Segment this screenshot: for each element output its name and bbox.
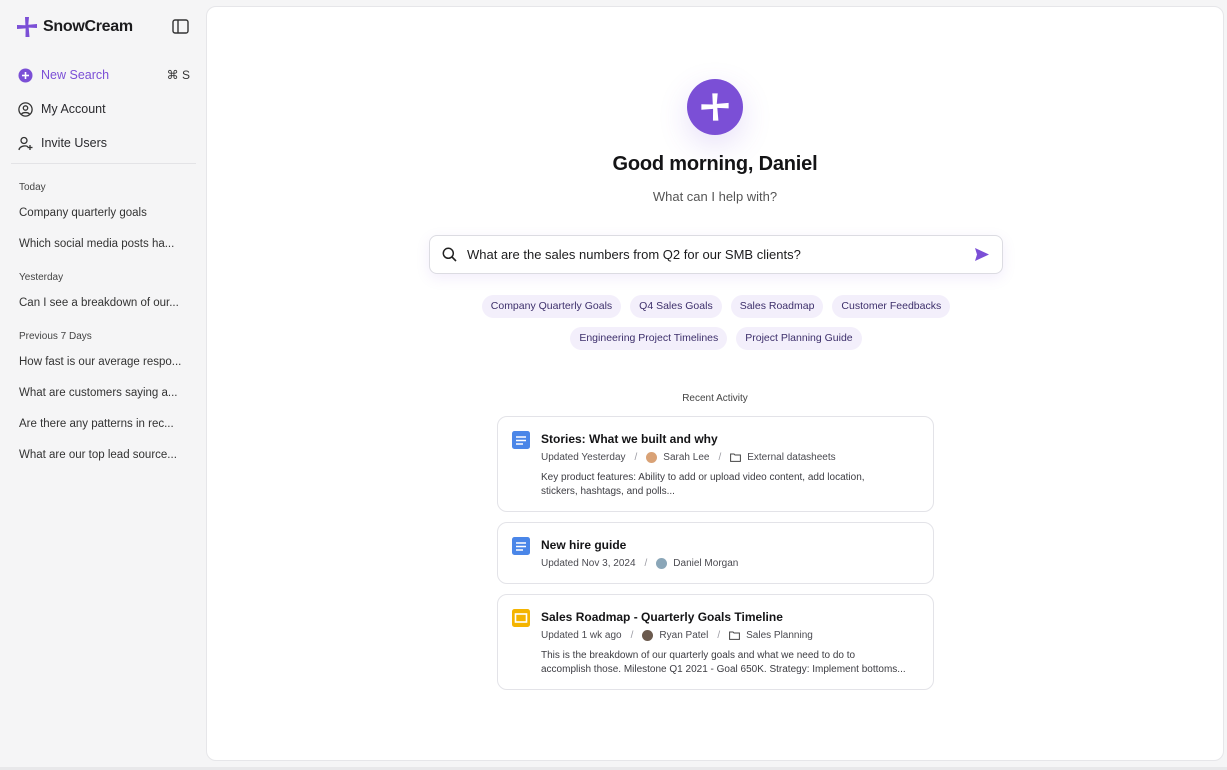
suggestion-chip[interactable]: Q4 Sales Goals bbox=[630, 295, 722, 318]
my-account-button[interactable]: My Account bbox=[18, 92, 190, 126]
avatar bbox=[646, 451, 658, 463]
history-item[interactable]: Can I see a breakdown of our... bbox=[19, 288, 191, 319]
new-search-label: New Search bbox=[41, 68, 110, 82]
suggestion-chip[interactable]: Project Planning Guide bbox=[736, 327, 862, 350]
recent-activity-card[interactable]: New hire guide Updated Nov 3, 2024 / Dan… bbox=[497, 522, 934, 584]
user-plus-icon bbox=[18, 136, 33, 150]
history-group-today: Today Company quarterly goals Which soci… bbox=[19, 178, 191, 260]
card-author: Sarah Lee bbox=[663, 451, 710, 463]
card-meta: Updated Nov 3, 2024 / Daniel Morgan bbox=[541, 556, 919, 570]
search-icon bbox=[442, 247, 457, 262]
sidebar-divider bbox=[11, 163, 196, 164]
avatar bbox=[656, 557, 668, 569]
recent-activity-title: Recent Activity bbox=[682, 393, 748, 404]
folder-icon bbox=[729, 631, 741, 640]
search-input[interactable] bbox=[467, 247, 974, 262]
main-panel: Good morning, Daniel What can I help wit… bbox=[206, 6, 1224, 761]
card-description-line: This is the breakdown of our quarterly g… bbox=[541, 650, 856, 661]
google-slides-icon bbox=[512, 609, 530, 627]
user-circle-icon bbox=[18, 101, 33, 117]
invite-users-label: Invite Users bbox=[41, 136, 107, 150]
card-title: New hire guide bbox=[541, 538, 627, 552]
meta-separator: / bbox=[644, 557, 648, 569]
card-folder: External datasheets bbox=[747, 451, 836, 463]
chat-history: Today Company quarterly goals Which soci… bbox=[19, 178, 191, 479]
brand[interactable]: SnowCream bbox=[16, 16, 133, 38]
greeting-subtitle: What can I help with? bbox=[652, 189, 778, 204]
recent-activity-card[interactable]: Stories: What we built and why Updated Y… bbox=[497, 416, 934, 512]
plus-circle-icon bbox=[18, 68, 33, 82]
history-item[interactable]: What are our top lead source... bbox=[19, 440, 191, 471]
sidebar: SnowCream New Search ⌘ S My Account Invi… bbox=[0, 0, 205, 770]
history-item[interactable]: Which social media posts ha... bbox=[19, 229, 191, 260]
new-search-button[interactable]: New Search ⌘ S bbox=[18, 58, 190, 92]
card-description-line: Key product features: Ability to add or … bbox=[541, 472, 865, 483]
recent-activity-card[interactable]: Sales Roadmap - Quarterly Goals Timeline… bbox=[497, 594, 934, 690]
card-updated: Updated 1 wk ago bbox=[541, 629, 622, 641]
history-item[interactable]: How fast is our average respo... bbox=[19, 347, 191, 378]
my-account-label: My Account bbox=[41, 102, 106, 116]
snowcream-logo-icon bbox=[17, 17, 37, 37]
history-group-title: Yesterday bbox=[19, 272, 64, 283]
new-search-shortcut: ⌘ S bbox=[166, 68, 190, 82]
meta-separator: / bbox=[718, 451, 722, 463]
meta-separator: / bbox=[717, 629, 721, 641]
meta-separator: / bbox=[630, 629, 634, 641]
card-updated: Updated Nov 3, 2024 bbox=[541, 557, 636, 569]
google-doc-icon bbox=[512, 431, 530, 449]
card-description: This is the breakdown of our quarterly g… bbox=[541, 649, 919, 677]
history-group-previous-7-days: Previous 7 Days How fast is our average … bbox=[19, 327, 191, 471]
card-updated: Updated Yesterday bbox=[541, 451, 626, 463]
card-description: Key product features: Ability to add or … bbox=[541, 471, 919, 499]
suggestion-chip[interactable]: Customer Feedbacks bbox=[832, 295, 951, 318]
card-description-line: stickers, hashtags, and polls... bbox=[541, 486, 675, 497]
google-doc-icon bbox=[512, 537, 530, 555]
meta-separator: / bbox=[634, 451, 638, 463]
history-item[interactable]: What are customers saying a... bbox=[19, 378, 191, 409]
suggestion-chip[interactable]: Engineering Project Timelines bbox=[570, 327, 728, 350]
history-item[interactable]: Are there any patterns in rec... bbox=[19, 409, 191, 440]
card-description-line: accomplish those. Milestone Q1 2021 - Go… bbox=[541, 664, 906, 675]
greeting-title: Good morning, Daniel bbox=[612, 153, 818, 175]
history-group-title: Today bbox=[19, 182, 46, 193]
card-meta: Updated 1 wk ago / Ryan Patel / Sales Pl… bbox=[541, 628, 919, 642]
card-author: Daniel Morgan bbox=[673, 557, 739, 569]
history-group-yesterday: Yesterday Can I see a breakdown of our..… bbox=[19, 268, 191, 319]
card-author: Ryan Patel bbox=[659, 629, 709, 641]
avatar bbox=[642, 629, 654, 641]
snowcream-logo-icon bbox=[701, 93, 729, 121]
suggestion-chip[interactable]: Sales Roadmap bbox=[730, 295, 824, 318]
search-bar bbox=[429, 235, 1003, 274]
card-title: Sales Roadmap - Quarterly Goals Timeline bbox=[541, 610, 783, 624]
suggestion-chips: Company Quarterly Goals Q4 Sales Goals S… bbox=[407, 295, 1025, 350]
card-folder: Sales Planning bbox=[746, 629, 813, 641]
hero-logo bbox=[687, 79, 743, 135]
invite-users-button[interactable]: Invite Users bbox=[18, 126, 190, 160]
sidebar-toggle-icon[interactable] bbox=[172, 19, 189, 34]
sidebar-nav: New Search ⌘ S My Account Invite Users bbox=[18, 58, 190, 160]
history-group-title: Previous 7 Days bbox=[19, 331, 92, 342]
brand-name: SnowCream bbox=[43, 18, 133, 35]
card-meta: Updated Yesterday / Sarah Lee / External… bbox=[541, 450, 919, 464]
card-title: Stories: What we built and why bbox=[541, 432, 718, 446]
suggestion-chip[interactable]: Company Quarterly Goals bbox=[481, 295, 622, 318]
folder-icon bbox=[730, 453, 742, 462]
history-item[interactable]: Company quarterly goals bbox=[19, 198, 191, 229]
send-icon[interactable] bbox=[974, 247, 990, 262]
